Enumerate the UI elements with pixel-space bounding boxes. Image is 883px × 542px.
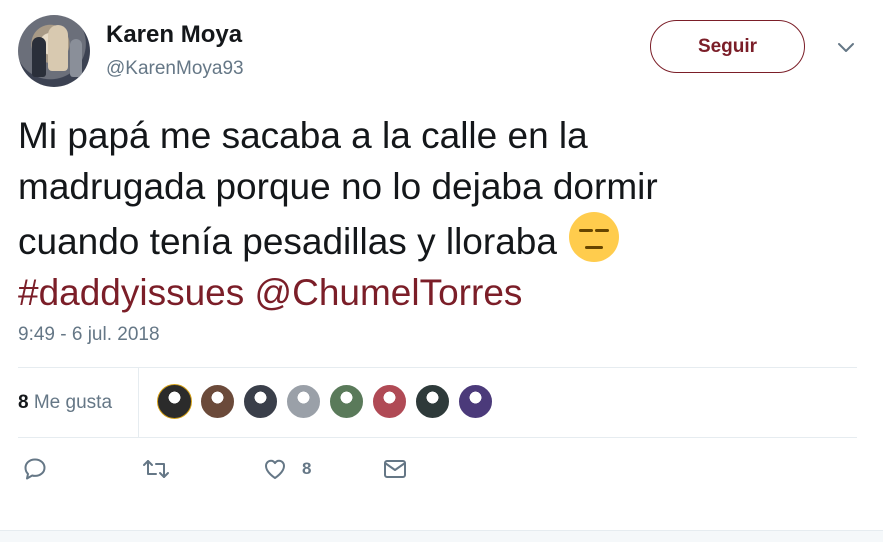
mention-link[interactable]: @ChumelTorres [255,272,523,313]
tweet-timestamp[interactable]: 9:49 - 6 jul. 2018 [18,324,160,346]
heart-icon [265,459,285,479]
likers-avatar-list [157,384,501,419]
follow-button-label: Seguir [697,35,758,57]
liker-avatar[interactable] [243,384,278,419]
chevron-down-icon[interactable] [836,38,856,58]
liker-avatar[interactable] [329,384,364,419]
tweet-links-line: #daddyissues @ChumelTorres [18,267,808,318]
envelope-icon [384,460,406,478]
tweet-actions: 8 [0,456,883,492]
liker-avatar[interactable] [157,384,192,419]
tweet-line: madrugada porque no lo dejaba dormir [18,166,658,207]
liker-avatar[interactable] [286,384,321,419]
divider [18,367,857,368]
liker-avatar[interactable] [415,384,450,419]
liker-avatar[interactable] [372,384,407,419]
reply-icon [24,458,46,480]
author-name[interactable]: Karen Moya [106,21,242,49]
retweet-button[interactable] [142,456,170,482]
tweet-text: Mi papá me sacaba a la calle en la madru… [18,110,808,318]
hashtag-link[interactable]: #daddyissues [18,272,244,313]
bottom-bar [0,530,883,542]
likes-label: Me gusta [33,392,113,413]
follow-button[interactable]: Seguir [650,20,805,73]
liker-avatar[interactable] [200,384,235,419]
retweet-icon [143,460,169,478]
like-button[interactable]: 8 [262,456,311,482]
tweet-line: Mi papá me sacaba a la calle en la [18,115,588,156]
divider [138,367,139,437]
tweet-line-text: cuando tenía pesadillas y lloraba [18,221,557,262]
reply-button[interactable] [22,456,48,482]
author-avatar[interactable] [18,15,90,87]
like-count: 8 [302,459,312,478]
likes-count: 8 [18,392,29,413]
liker-avatar[interactable] [458,384,493,419]
expressionless-face-icon [568,212,619,262]
direct-message-button[interactable] [382,456,408,482]
likes-stat[interactable]: 8 Me gusta [18,392,112,414]
author-handle[interactable]: @KarenMoya93 [106,58,244,80]
divider [18,437,857,438]
tweet-line-with-emoji: cuando tenía pesadillas y lloraba [18,212,808,267]
